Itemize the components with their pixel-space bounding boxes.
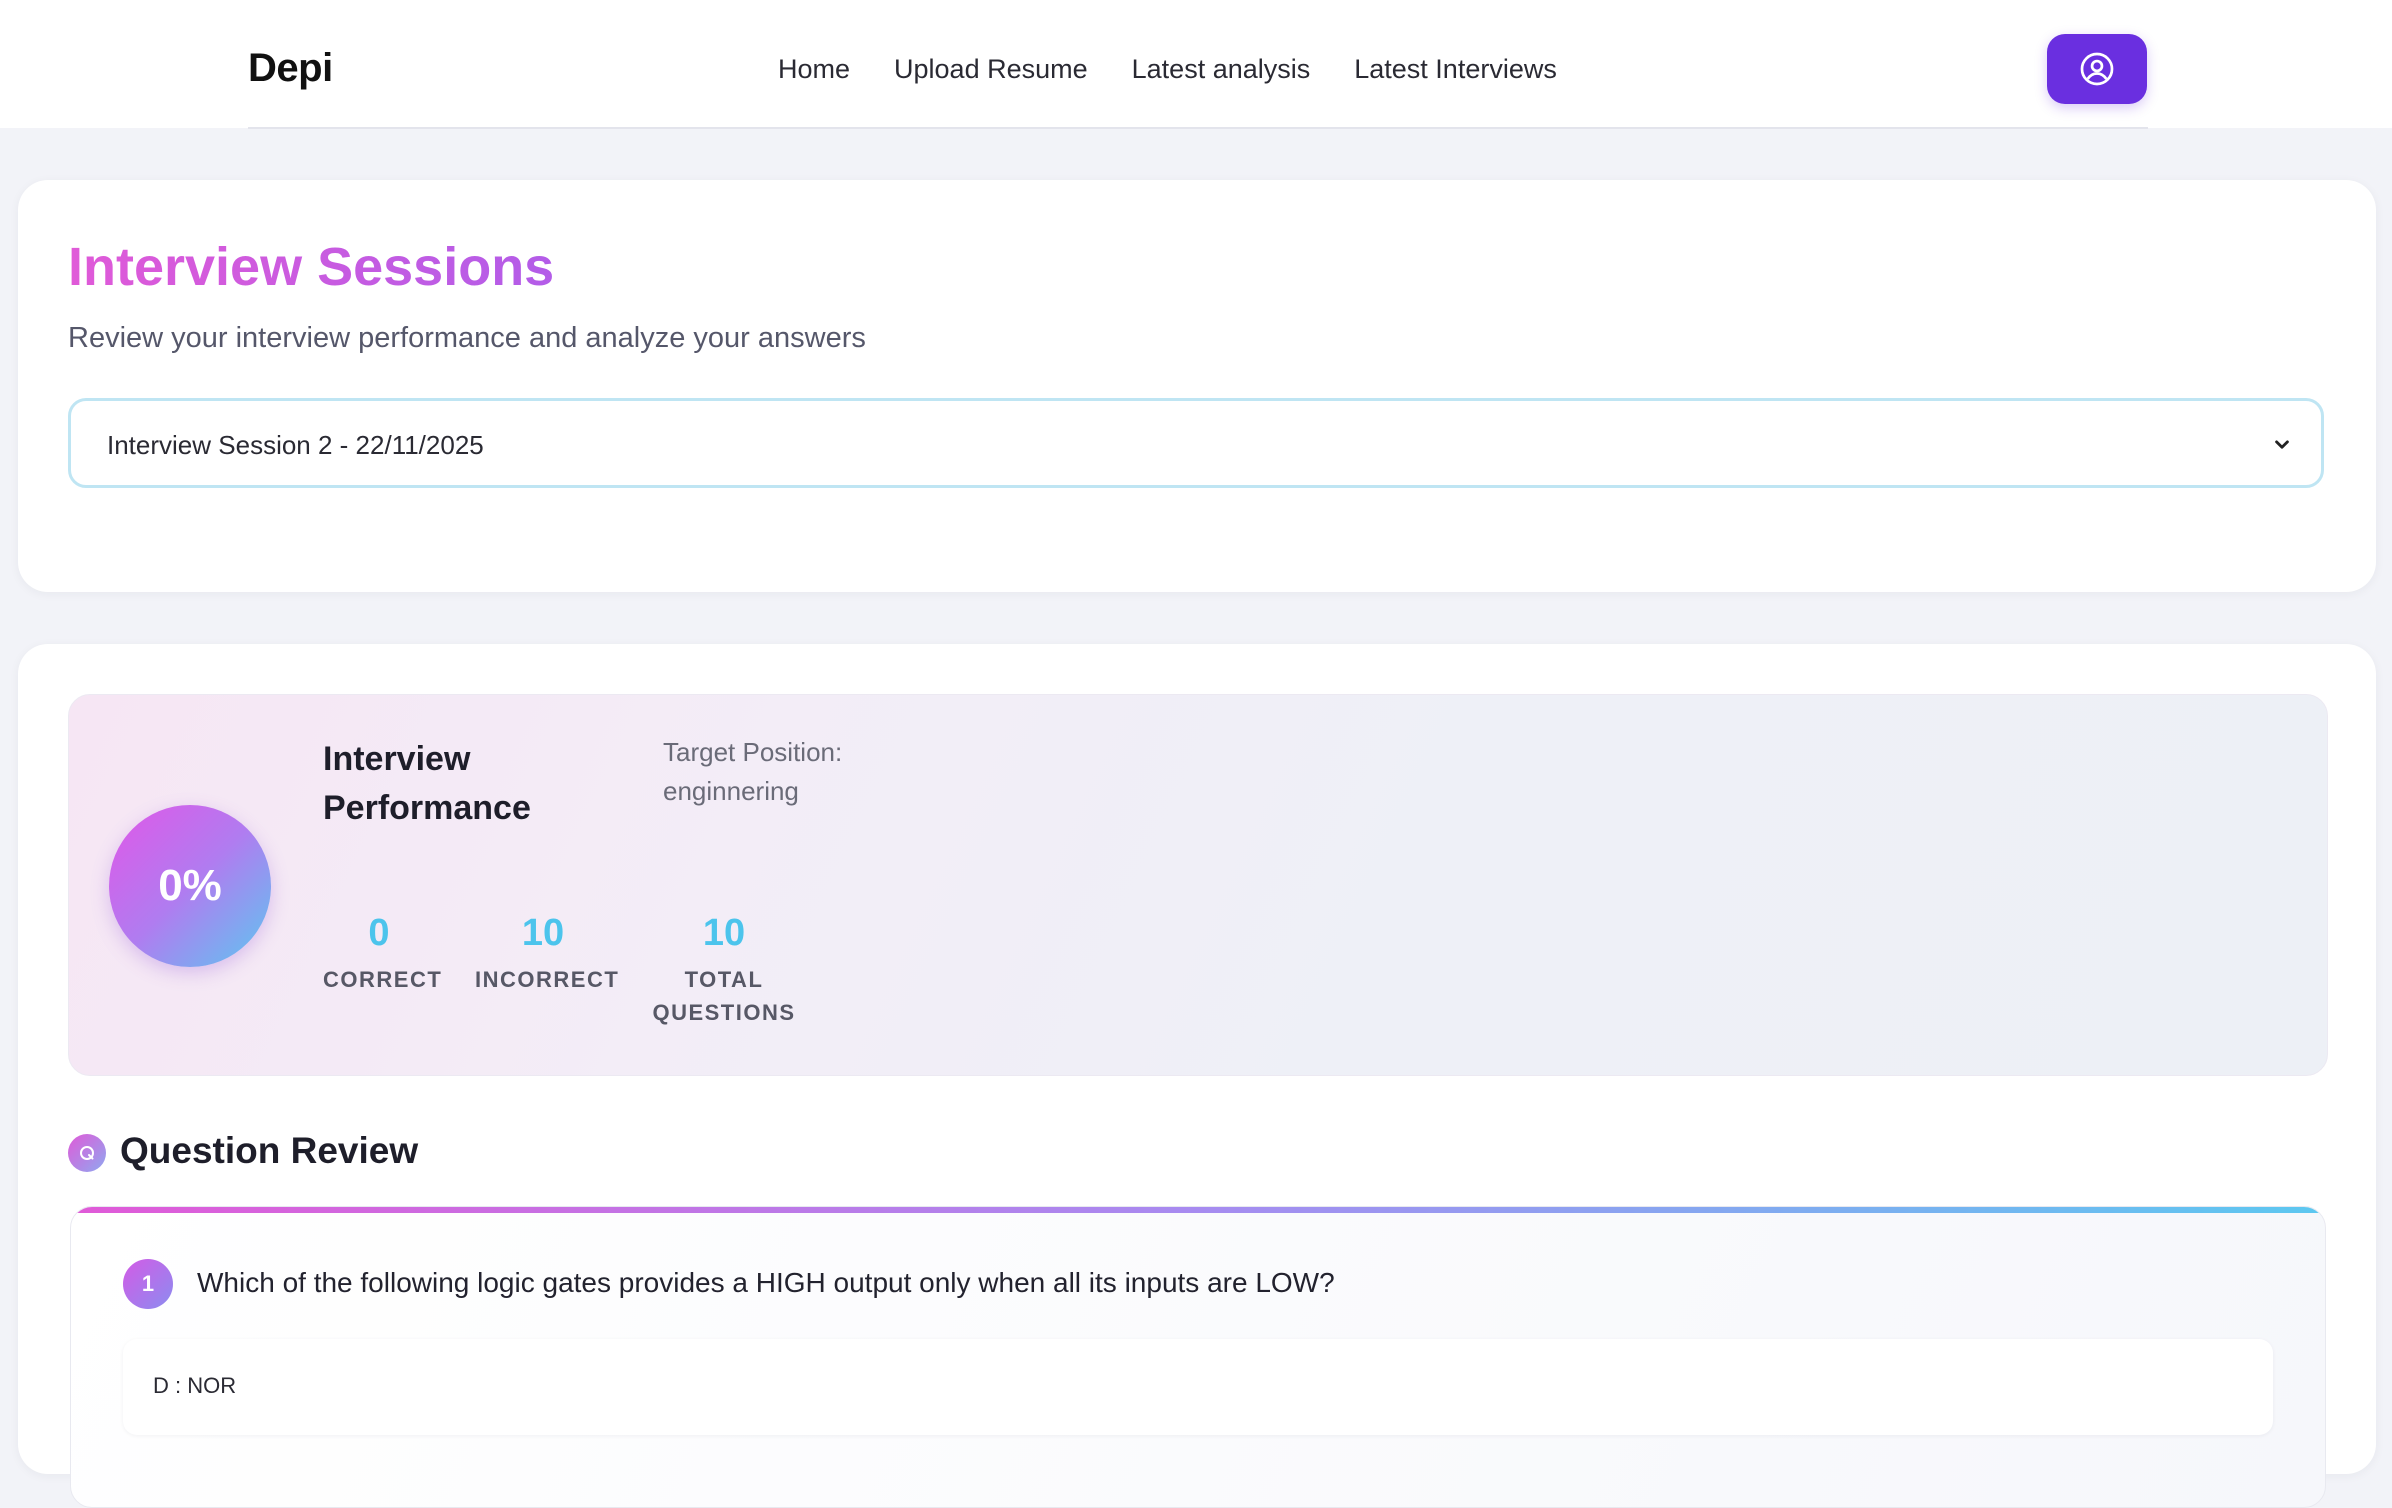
session-select[interactable]: Interview Session 2 - 22/11/2025	[68, 398, 2324, 488]
chevron-down-icon	[2275, 440, 2289, 449]
nav-divider	[248, 127, 2148, 129]
stat-total-value: 10	[702, 912, 746, 954]
performance-card: 0% Interview Performance Target Position…	[18, 644, 2376, 1508]
nav-link-home[interactable]: Home	[778, 54, 850, 85]
user-circle-icon	[2080, 52, 2114, 86]
sessions-card: Interview Sessions Review your interview…	[18, 180, 2376, 592]
top-navbar: Depi Home Upload Resume Latest analysis …	[0, 0, 2392, 129]
stat-correct-label: CORRECT	[323, 967, 443, 992]
nav-link-latest-interviews[interactable]: Latest Interviews	[1354, 54, 1557, 85]
page-title: Interview Sessions	[68, 237, 555, 297]
brand-logo[interactable]: Depi	[248, 46, 333, 91]
stat-correct: 0 CORRECT	[323, 912, 443, 996]
session-select-value: Interview Session 2 - 22/11/2025	[107, 430, 484, 460]
stat-total-label: TOTAL QUESTIONS	[652, 967, 796, 1025]
question-card-accent-bar	[71, 1207, 2325, 1213]
performance-title: Interview Performance	[323, 740, 531, 827]
nav-link-upload-resume[interactable]: Upload Resume	[894, 54, 1088, 85]
question-review-title: Question Review	[120, 1130, 419, 1171]
user-answer-text: D : NOR	[153, 1373, 237, 1398]
nav-link-latest-analysis[interactable]: Latest analysis	[1132, 54, 1311, 85]
profile-button[interactable]	[2047, 34, 2147, 104]
target-position-value: enginnering	[663, 776, 799, 806]
score-circle: 0%	[109, 805, 271, 967]
nav-links: Home Upload Resume Latest analysis Lates…	[778, 54, 1557, 85]
question-number-badge: 1	[123, 1259, 173, 1309]
stat-incorrect-value: 10	[521, 912, 565, 954]
user-answer-box: D : NOR	[123, 1339, 2273, 1435]
page-subtitle: Review your interview performance and an…	[68, 322, 866, 354]
stat-incorrect-label: INCORRECT	[475, 967, 620, 992]
stat-total: 10 TOTAL QUESTIONS	[649, 913, 799, 1029]
performance-panel: 0% Interview Performance Target Position…	[68, 694, 2328, 1076]
question-review-icon	[68, 1134, 106, 1172]
stat-correct-value: 0	[368, 912, 390, 954]
q-letter-icon	[80, 1146, 94, 1160]
score-value: 0%	[158, 861, 222, 910]
target-position-label: Target Position:	[663, 737, 843, 767]
question-card[interactable]: 1 Which of the following logic gates pro…	[70, 1206, 2326, 1508]
question-text: Which of the following logic gates provi…	[197, 1267, 1335, 1298]
stat-incorrect: 10 INCORRECT	[475, 912, 620, 996]
